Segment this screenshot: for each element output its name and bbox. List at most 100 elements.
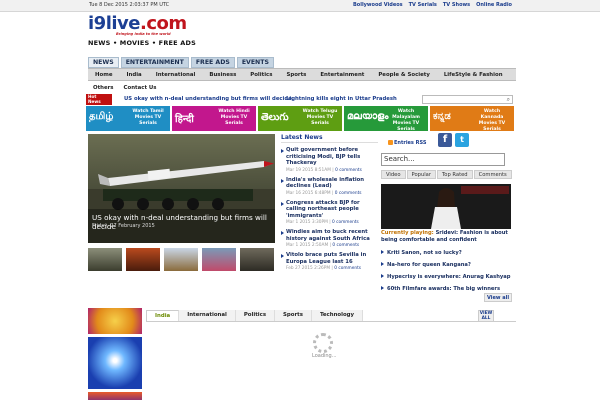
- twitter-icon[interactable]: t: [455, 133, 469, 147]
- tab-politics[interactable]: Politics: [235, 310, 276, 321]
- language-banner[interactable]: മലയാളം Watch Malayalam Movies TV Serials: [344, 106, 428, 132]
- nav-international[interactable]: International: [149, 69, 203, 80]
- slider-date: Friday, 27 February 2015: [92, 223, 155, 229]
- tab-popular[interactable]: Popular: [406, 170, 436, 179]
- tab-sports[interactable]: Sports: [275, 310, 312, 321]
- slider-thumb[interactable]: [88, 248, 122, 271]
- featured-slider[interactable]: US okay with n-deal understanding but fi…: [88, 134, 275, 243]
- video-tabs: Video Popular Top Rated Comments: [381, 170, 512, 179]
- hot-news-label: Hot News: [86, 94, 112, 105]
- tab-technology[interactable]: Technology: [311, 310, 364, 321]
- slider-thumb[interactable]: [164, 248, 198, 271]
- news-comments[interactable]: 0 comments: [332, 243, 359, 248]
- latest-news-title: Latest News: [281, 134, 378, 143]
- top-link-bollywood-videos[interactable]: Bollywood Videos: [353, 2, 403, 8]
- slider-thumb[interactable]: [240, 248, 274, 271]
- news-meta: Mar 16 2015 6:48PM | 0 comments: [286, 190, 362, 196]
- language-banner[interactable]: ಕನ್ನಡ Watch Kannada Movies TV Serials: [430, 106, 514, 132]
- news-date: Mar 19 2015 8:51AM: [286, 167, 331, 173]
- language-banner[interactable]: తెలుగు Watch Telugu Movies TV Serials: [258, 106, 342, 131]
- facebook-icon[interactable]: f: [438, 133, 452, 147]
- news-date: Feb 27 2015 2:26PM: [286, 266, 331, 271]
- news-title[interactable]: India's wholesale inflation declines (Le…: [286, 177, 378, 190]
- tab-entertainment[interactable]: ENTERTAINMENT: [120, 57, 189, 68]
- video-thumbnail[interactable]: [381, 184, 511, 229]
- side-image[interactable]: [88, 337, 142, 389]
- datetime: Tue 8 Dec 2015 2:03:37 PM UTC: [89, 2, 170, 8]
- news-meta: Feb 27 2015 2:26PM | 0 comments: [286, 266, 362, 271]
- banner-text: Watch Hindi Movies TV Serials: [218, 109, 250, 126]
- nav-home[interactable]: Home: [88, 69, 120, 80]
- nav-india[interactable]: India: [120, 69, 149, 80]
- nav-sports[interactable]: Sports: [279, 69, 313, 80]
- page: Tue 8 Dec 2015 2:03:37 PM UTC Bollywood …: [0, 0, 600, 400]
- tab-events[interactable]: EVENTS: [236, 57, 274, 68]
- video-list-item[interactable]: 60th Filmfare awards: The big winners: [381, 286, 500, 292]
- nav-entertainment[interactable]: Entertainment: [313, 69, 371, 80]
- news-item: Vitolo brace puts Sevilla in Europa Leag…: [281, 252, 378, 271]
- nav-people-society[interactable]: People & Society: [371, 69, 437, 80]
- nav-business[interactable]: Business: [202, 69, 243, 80]
- news-comments[interactable]: 0 comments: [332, 220, 359, 225]
- tab-news[interactable]: NEWS: [88, 57, 119, 68]
- banner-text: Watch Kannada Movies TV Serials: [478, 109, 506, 132]
- banner-script: తెలుగు: [261, 112, 289, 123]
- news-item: India's wholesale inflation declines (Le…: [281, 177, 378, 196]
- loading-spinner-icon: [313, 333, 333, 353]
- slider-thumb[interactable]: [126, 248, 160, 271]
- news-title[interactable]: Congress attacks BJP for calling northea…: [286, 200, 378, 220]
- banner-text: Watch Malayalam Movies TV Serials: [392, 109, 420, 132]
- news-comments[interactable]: 0 comments: [335, 191, 362, 196]
- news-title[interactable]: Windies aim to buck recent history again…: [286, 229, 378, 242]
- tab-comments[interactable]: Comments: [473, 170, 512, 179]
- side-image[interactable]: [88, 392, 142, 400]
- news-comments[interactable]: 0 comments: [335, 168, 362, 173]
- header-search-input[interactable]: ⌕: [422, 95, 513, 104]
- hot-news-item[interactable]: US okay with n-deal understanding but fi…: [124, 96, 292, 102]
- rss-label: Entries RSS: [394, 140, 427, 146]
- tab-video[interactable]: Video: [381, 170, 406, 179]
- banner-text: Watch Tamil Movies TV Serials: [132, 109, 164, 126]
- banner-script: ಕನ್ನಡ: [433, 111, 451, 122]
- nav-contact-us[interactable]: Contact Us: [119, 83, 162, 93]
- news-title[interactable]: Quit government before criticising Modi,…: [286, 147, 378, 167]
- nav-lifestyle-fashion[interactable]: LifeStyle & Fashion: [437, 69, 510, 80]
- view-all-button-small[interactable]: VIEW ALL: [478, 310, 494, 322]
- video-list-item[interactable]: Na-hero for queen Kangana?: [381, 262, 471, 268]
- view-all-button[interactable]: View all: [484, 293, 513, 302]
- top-link-tv-shows[interactable]: TV Shows: [443, 2, 470, 8]
- video-list-item[interactable]: Kriti Sanon, not so lucky?: [381, 250, 462, 256]
- rss-icon: [388, 140, 393, 145]
- language-banner[interactable]: हिन्दी Watch Hindi Movies TV Serials: [172, 106, 256, 131]
- hot-news-item[interactable]: Lightning kills eight in Uttar Pradesh: [286, 96, 397, 102]
- nav-politics[interactable]: Politics: [243, 69, 279, 80]
- top-bar: Tue 8 Dec 2015 2:03:37 PM UTC Bollywood …: [0, 0, 600, 12]
- slider-thumb[interactable]: [202, 248, 236, 271]
- top-link-tv-serials[interactable]: TV Serials: [409, 2, 437, 8]
- rss-link[interactable]: Entries RSS: [388, 140, 426, 146]
- top-links: Bollywood Videos TV Serials TV Shows Onl…: [353, 2, 512, 8]
- logo-domain: .com: [139, 13, 187, 34]
- search-icon[interactable]: ⌕: [507, 96, 510, 104]
- tab-free-ads[interactable]: FREE ADS: [190, 57, 235, 68]
- news-item: Quit government before criticising Modi,…: [281, 147, 378, 173]
- tab-top-rated[interactable]: Top Rated: [437, 170, 473, 179]
- news-item: Congress attacks BJP for calling northea…: [281, 200, 378, 225]
- slider-thumbnails: [88, 248, 275, 272]
- banner-text: Watch Telugu Movies TV Serials: [302, 109, 338, 126]
- tab-india[interactable]: India: [146, 310, 180, 321]
- sub-nav: Others Contact Us: [88, 83, 161, 93]
- search-input[interactable]: Search...: [381, 153, 505, 166]
- language-banner[interactable]: தமிழ் Watch Tamil Movies TV Serials: [86, 106, 170, 131]
- top-link-online-radio[interactable]: Online Radio: [476, 2, 512, 8]
- video-list-item[interactable]: Hypecrisy is everywhere: Anurag Kashyap: [381, 274, 511, 280]
- nav-others[interactable]: Others: [88, 83, 119, 93]
- site-logo[interactable]: i9live.com Bringing India to the world N…: [88, 15, 198, 54]
- news-meta: Mar 19 2015 8:51AM | 0 comments: [286, 167, 362, 173]
- side-image[interactable]: [88, 308, 142, 334]
- news-title[interactable]: Vitolo brace puts Sevilla in Europa Leag…: [286, 252, 378, 265]
- tab-international[interactable]: International: [179, 310, 236, 321]
- category-tabs: India International Politics Sports Tech…: [146, 310, 516, 322]
- news-comments[interactable]: 0 comments: [334, 266, 361, 271]
- news-meta: Mar 1 2015 2:50AM | 0 comments: [286, 243, 360, 248]
